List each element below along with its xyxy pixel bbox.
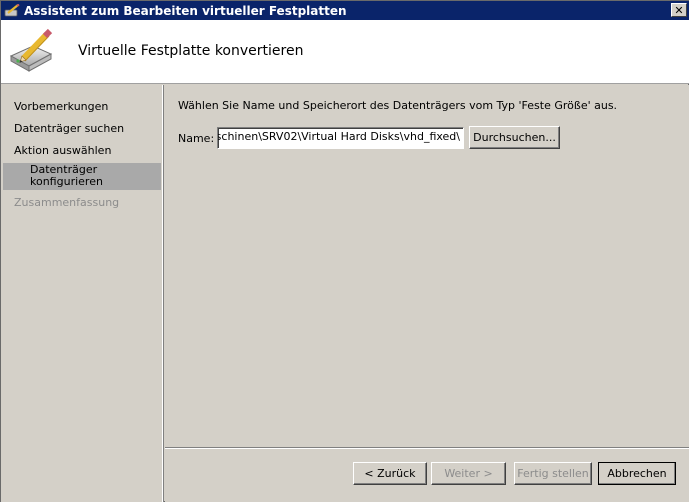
wizard-header: Virtuelle Festplatte konvertieren bbox=[1, 20, 689, 84]
wizard-window: Assistent zum Bearbeiten virtueller Fest… bbox=[0, 0, 689, 502]
title-bar[interactable]: Assistent zum Bearbeiten virtueller Fest… bbox=[1, 1, 689, 20]
step-zusammenfassung: Zusammenfassung bbox=[14, 196, 120, 209]
wizard-content: Wählen Sie Name und Speicherort des Date… bbox=[165, 85, 689, 447]
step-datentraeger-konfigurieren[interactable]: Datenträger konfigurieren bbox=[3, 163, 161, 190]
name-label: Name: bbox=[178, 132, 215, 145]
name-path-input[interactable]: lle_Maschinen\SRV02\Virtual Hard Disks\v… bbox=[217, 127, 464, 149]
finish-button: Fertig stellen bbox=[514, 462, 592, 485]
close-icon: ✕ bbox=[674, 3, 684, 17]
step-datentraeger-suchen[interactable]: Datenträger suchen bbox=[14, 122, 124, 135]
page-heading: Virtuelle Festplatte konvertieren bbox=[78, 43, 304, 59]
wizard-steps-sidebar: Vorbemerkungen Datenträger suchen Aktion… bbox=[1, 85, 164, 502]
close-button[interactable]: ✕ bbox=[671, 3, 687, 17]
window-title: Assistent zum Bearbeiten virtueller Fest… bbox=[24, 3, 347, 18]
name-path-value: lle_Maschinen\SRV02\Virtual Hard Disks\v… bbox=[217, 130, 460, 143]
wizard-app-icon bbox=[4, 4, 20, 18]
step-aktion-auswaehlen[interactable]: Aktion auswählen bbox=[14, 144, 111, 157]
next-button: Weiter > bbox=[431, 462, 506, 485]
wizard-footer: < Zurück Weiter > Fertig stellen Abbrech… bbox=[165, 449, 689, 502]
disk-pencil-icon bbox=[7, 26, 57, 76]
cancel-button[interactable]: Abbrechen bbox=[598, 462, 676, 485]
step-vorbemerkungen[interactable]: Vorbemerkungen bbox=[14, 100, 108, 113]
browse-button[interactable]: Durchsuchen... bbox=[469, 126, 560, 149]
back-button[interactable]: < Zurück bbox=[353, 462, 427, 485]
instruction-text: Wählen Sie Name und Speicherort des Date… bbox=[178, 99, 618, 112]
